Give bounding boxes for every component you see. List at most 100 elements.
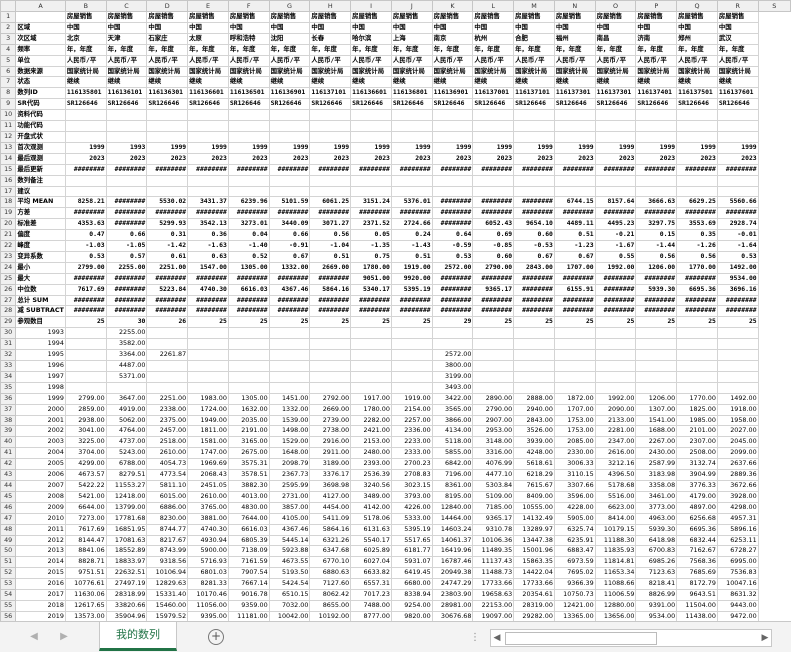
cell[interactable] xyxy=(350,185,392,198)
cell[interactable]: 9254.00 xyxy=(390,599,433,612)
scrollbar-thumb[interactable] xyxy=(505,632,657,645)
cell[interactable]: 5931.07 xyxy=(390,556,433,569)
cell[interactable]: 1999 xyxy=(350,141,392,154)
cell[interactable]: 2790.00 xyxy=(472,403,515,416)
cell[interactable]: 2572.00 xyxy=(431,261,474,274)
cell[interactable]: 5101.59 xyxy=(268,196,311,209)
row-header[interactable]: 13 xyxy=(0,141,17,154)
cell[interactable]: 0.15 xyxy=(635,229,678,242)
cell[interactable]: ######## xyxy=(431,272,474,285)
cell[interactable]: 0.24 xyxy=(390,229,433,242)
row-header[interactable]: 48 xyxy=(0,523,17,536)
cell[interactable]: 0.53 xyxy=(716,250,759,263)
cell[interactable]: 4298.00 xyxy=(716,501,759,514)
column-header[interactable]: B xyxy=(64,0,107,12)
cell[interactable]: ######## xyxy=(716,207,759,220)
cell[interactable]: 10750.73 xyxy=(553,589,596,601)
cell[interactable]: 3542.13 xyxy=(187,218,229,231)
cell[interactable]: 上海 xyxy=(390,32,433,45)
cell[interactable]: 2616.00 xyxy=(594,447,637,460)
cell[interactable] xyxy=(105,185,148,198)
row-header[interactable]: 54 xyxy=(0,589,17,601)
cell[interactable]: 1307.00 xyxy=(635,403,678,416)
cell[interactable] xyxy=(309,338,352,351)
cell[interactable]: 6995.00 xyxy=(716,556,759,569)
cell[interactable]: ######## xyxy=(390,207,433,220)
cell[interactable]: 3489.00 xyxy=(350,490,392,503)
row-header[interactable]: 49 xyxy=(0,534,17,547)
cell[interactable] xyxy=(472,120,515,132)
cell[interactable]: SR126646 xyxy=(227,98,270,111)
cell[interactable]: 2153.00 xyxy=(350,436,392,449)
cell[interactable] xyxy=(390,327,433,340)
row-header[interactable]: 52 xyxy=(0,567,17,580)
cell[interactable]: -1.04 xyxy=(309,240,352,252)
cell[interactable]: ######## xyxy=(513,272,555,285)
cell[interactable]: 3596.00 xyxy=(553,490,596,503)
cell[interactable] xyxy=(105,381,148,394)
horizontal-scrollbar[interactable]: ◀ ▶ xyxy=(490,629,772,647)
cell[interactable]: ######## xyxy=(513,163,555,176)
cell[interactable]: 2014 xyxy=(15,556,66,569)
cell[interactable]: 1305.00 xyxy=(227,392,270,405)
cell[interactable]: 1780.00 xyxy=(350,403,392,416)
cell[interactable]: 27497.19 xyxy=(105,578,148,591)
cell[interactable] xyxy=(676,109,718,122)
cell[interactable]: 25 xyxy=(716,316,759,329)
cell[interactable]: ######## xyxy=(146,305,189,318)
cell[interactable]: SR126646 xyxy=(635,98,678,111)
cell[interactable]: 116137501 xyxy=(676,87,718,100)
cell[interactable]: 人民币/平 xyxy=(472,54,515,67)
cell[interactable]: ######## xyxy=(513,305,555,318)
cell[interactable]: 9751.51 xyxy=(64,567,107,580)
cell[interactable]: 2023 xyxy=(553,152,596,165)
cell[interactable] xyxy=(716,338,759,351)
cell[interactable]: 年，年度 xyxy=(472,43,515,56)
cell[interactable]: 30676.68 xyxy=(431,610,474,621)
cell[interactable]: 1999 xyxy=(676,141,718,154)
cell[interactable]: 2012 xyxy=(15,534,66,547)
cell[interactable]: 8414.00 xyxy=(594,512,637,525)
cell[interactable]: 8631.32 xyxy=(716,589,759,601)
cell[interactable] xyxy=(64,130,107,143)
cell[interactable]: 9051.00 xyxy=(350,272,392,285)
cell[interactable]: 2016 xyxy=(15,578,66,591)
cell[interactable]: SR126646 xyxy=(431,98,474,111)
cell[interactable]: 116135801 xyxy=(64,87,107,100)
cell[interactable]: -1.05 xyxy=(105,240,148,252)
cell[interactable]: 12840.00 xyxy=(431,501,474,514)
cell[interactable]: 3165.00 xyxy=(227,436,270,449)
cell[interactable]: 9365.17 xyxy=(472,512,515,525)
cell[interactable]: 10047.16 xyxy=(716,578,759,591)
cell[interactable]: 18833.97 xyxy=(105,556,148,569)
cell[interactable]: 6239.96 xyxy=(227,196,270,209)
cell[interactable]: 25 xyxy=(676,316,718,329)
cell[interactable]: 1539.00 xyxy=(268,414,311,427)
cell[interactable]: 3672.66 xyxy=(716,479,759,492)
cell[interactable] xyxy=(187,174,229,187)
cell[interactable]: 5178.68 xyxy=(594,479,637,492)
cell[interactable]: 9820.00 xyxy=(390,610,433,621)
cell[interactable]: 6644.00 xyxy=(64,501,107,514)
row-header[interactable]: 56 xyxy=(0,610,17,621)
cell[interactable] xyxy=(472,360,515,372)
cell[interactable]: 3696.16 xyxy=(716,283,759,296)
cell[interactable]: 25 xyxy=(472,316,515,329)
row-header[interactable]: 18 xyxy=(0,196,17,209)
cell[interactable] xyxy=(594,130,637,143)
cell[interactable]: 0.75 xyxy=(350,250,392,263)
cell[interactable] xyxy=(227,338,270,351)
cell[interactable]: 17733.66 xyxy=(513,578,555,591)
cell[interactable]: 6788.00 xyxy=(105,458,148,471)
column-header[interactable]: M xyxy=(513,0,555,12)
cell[interactable]: 减 SUBTRACT xyxy=(15,305,66,318)
cell[interactable]: 2099.00 xyxy=(716,447,759,460)
cell[interactable]: 1999 xyxy=(15,392,66,405)
cell[interactable]: 人民币/平 xyxy=(553,54,596,67)
cell[interactable] xyxy=(513,120,555,132)
cell[interactable]: ######## xyxy=(553,163,596,176)
cell[interactable]: 29282.00 xyxy=(513,610,555,621)
cell[interactable]: 1770.00 xyxy=(676,392,718,405)
cell[interactable]: 5864.16 xyxy=(309,283,352,296)
cell[interactable]: ######## xyxy=(431,283,474,296)
